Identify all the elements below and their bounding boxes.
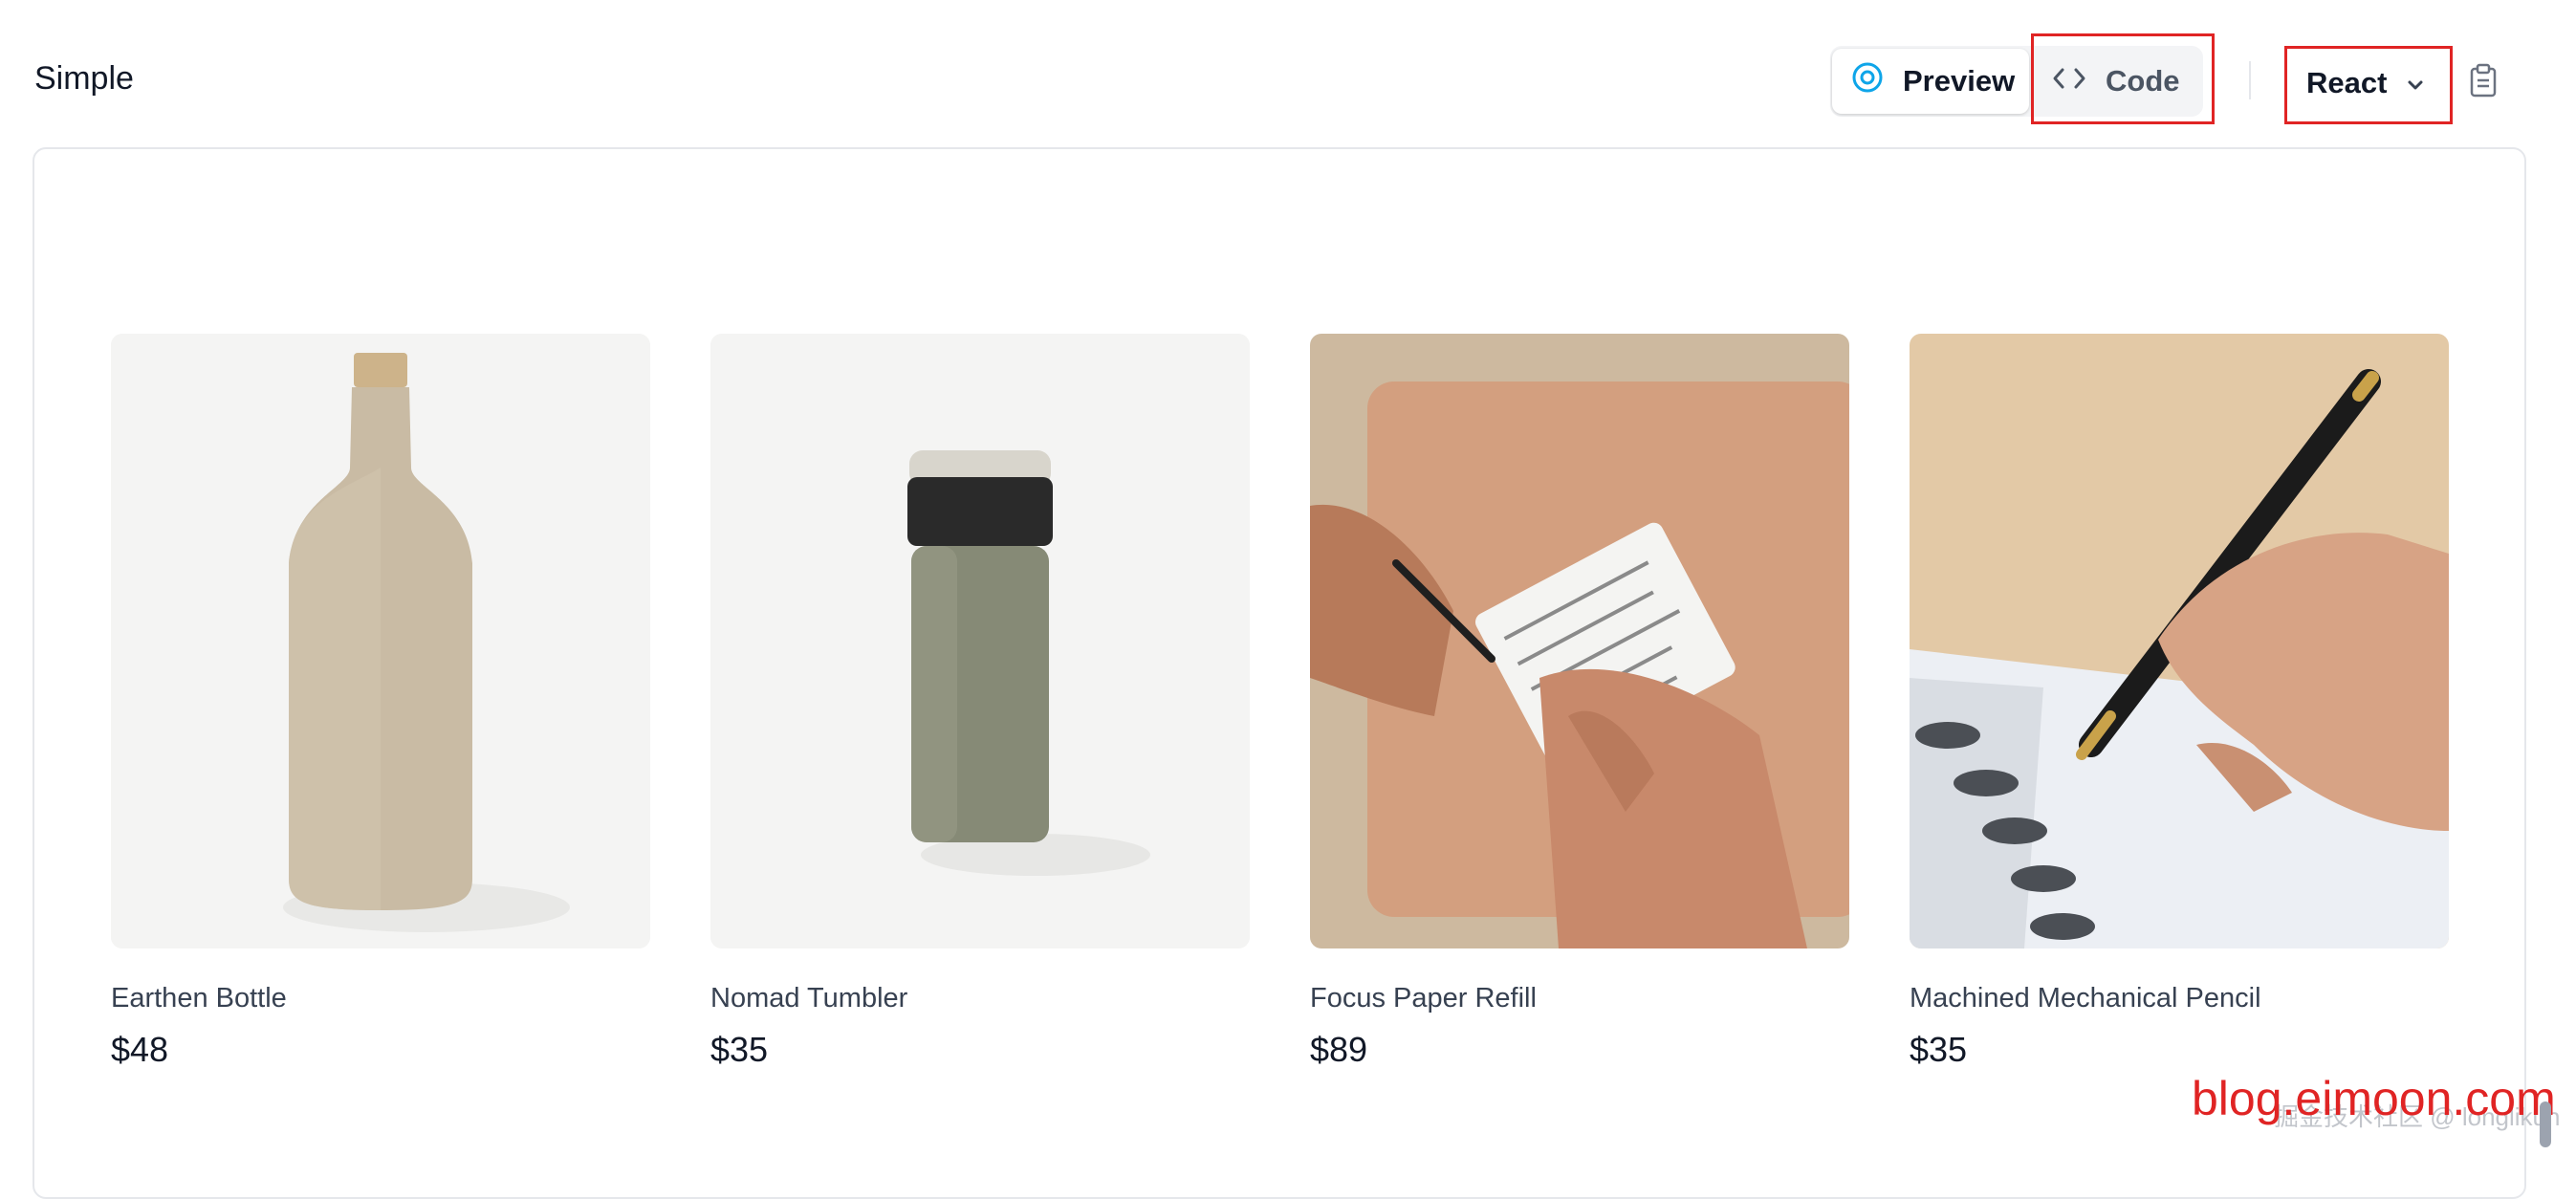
product-card[interactable]: Focus Paper Refill $89 bbox=[1310, 334, 1849, 1070]
product-name: Earthen Bottle bbox=[111, 983, 287, 1014]
tab-preview[interactable]: Preview bbox=[1832, 49, 2029, 114]
product-image-pencil bbox=[1910, 334, 2449, 948]
watermark-blog: blog.eimoon.com bbox=[2192, 1072, 2556, 1125]
page-title: Simple bbox=[34, 60, 134, 97]
product-image-tumbler bbox=[710, 334, 1250, 948]
product-card[interactable]: Earthen Bottle $48 bbox=[111, 334, 650, 1070]
code-tab-highlight bbox=[2031, 33, 2215, 124]
product-name: Focus Paper Refill bbox=[1310, 983, 1537, 1014]
toolbar-divider bbox=[2249, 61, 2251, 99]
product-price: $48 bbox=[111, 1030, 169, 1069]
product-name: Machined Mechanical Pencil bbox=[1910, 983, 2261, 1014]
clipboard-icon bbox=[2469, 63, 2498, 101]
tab-preview-label: Preview bbox=[1903, 64, 2016, 98]
framework-select-highlight bbox=[2284, 46, 2453, 124]
product-price: $89 bbox=[1310, 1030, 1368, 1069]
product-price: $35 bbox=[1910, 1030, 1968, 1069]
product-image-paper-refill bbox=[1310, 334, 1849, 948]
product-card[interactable]: Nomad Tumbler $35 bbox=[710, 334, 1250, 1070]
copy-button[interactable] bbox=[2469, 63, 2498, 102]
product-price: $35 bbox=[710, 1030, 769, 1069]
product-name: Nomad Tumbler bbox=[710, 983, 908, 1014]
product-image-bottle bbox=[111, 334, 650, 948]
product-card[interactable]: Machined Mechanical Pencil $35 bbox=[1910, 334, 2449, 1070]
eye-icon bbox=[1851, 61, 1903, 101]
scrollbar-thumb[interactable] bbox=[2540, 1101, 2551, 1147]
